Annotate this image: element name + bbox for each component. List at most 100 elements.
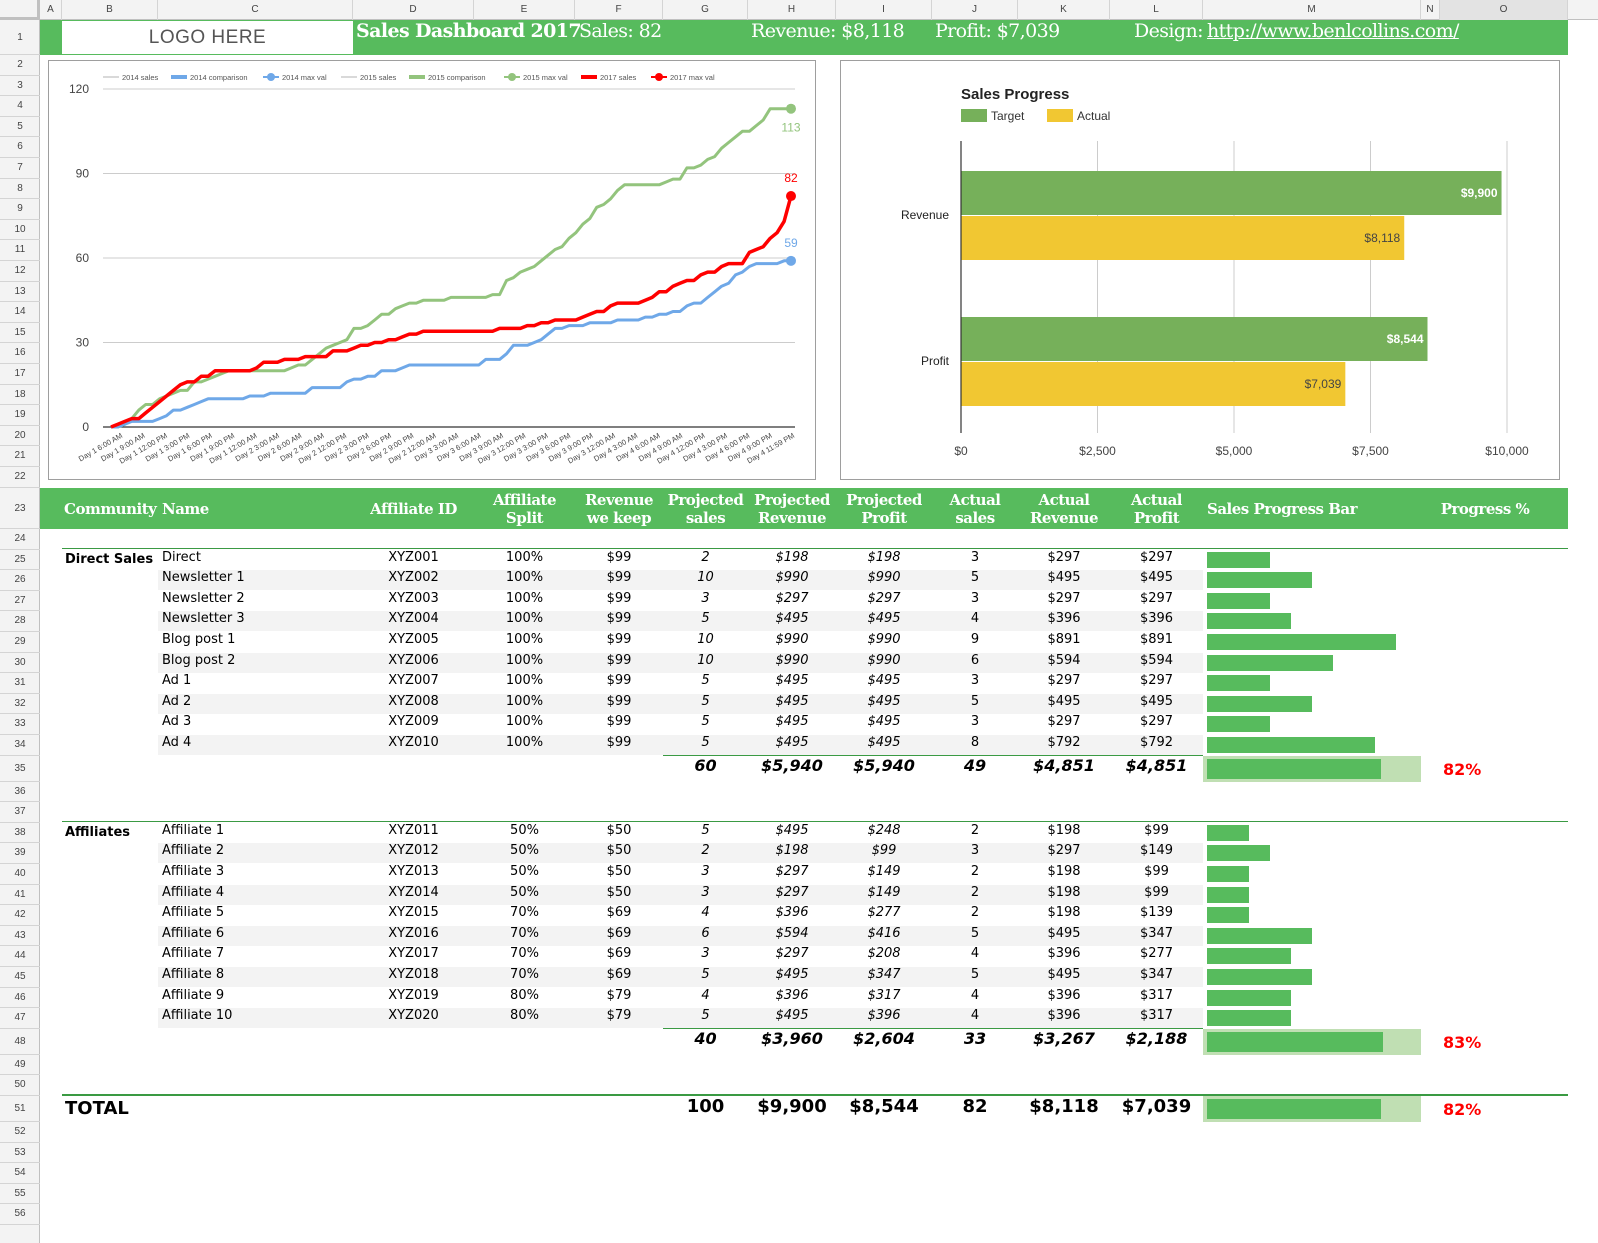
cell-name[interactable]: Ad 2 bbox=[162, 694, 352, 714]
cell-keep[interactable]: $99 bbox=[575, 632, 663, 652]
row-header-7[interactable]: 7 bbox=[0, 158, 40, 179]
cell-pr[interactable]: $495 bbox=[748, 967, 836, 987]
cell-keep[interactable]: $99 bbox=[575, 653, 663, 673]
row-header-30[interactable]: 30 bbox=[0, 653, 40, 674]
cell-name[interactable]: Affiliate 5 bbox=[162, 905, 352, 925]
row-header-42[interactable]: 42 bbox=[0, 905, 40, 926]
cell-as[interactable]: 3 bbox=[932, 843, 1018, 863]
cell-split[interactable]: 70% bbox=[474, 946, 575, 966]
cell-ps[interactable]: 5 bbox=[663, 1008, 748, 1028]
cell-pp[interactable]: $149 bbox=[836, 885, 932, 905]
cell-pr[interactable]: $396 bbox=[748, 905, 836, 925]
cell-id[interactable]: XYZ020 bbox=[353, 1008, 474, 1028]
cell-ar[interactable]: $495 bbox=[1018, 570, 1110, 590]
cell-keep[interactable]: $99 bbox=[575, 714, 663, 734]
cell-name[interactable]: Newsletter 2 bbox=[162, 591, 352, 611]
cell-ar[interactable]: $792 bbox=[1018, 735, 1110, 755]
cell-name[interactable]: Affiliate 10 bbox=[162, 1008, 352, 1028]
cell-name[interactable]: Affiliate 6 bbox=[162, 926, 352, 946]
table-row[interactable]: Affiliate 3 XYZ013 50% $50 3 $297 $149 2 $198 $99 bbox=[62, 864, 1203, 884]
cell-split[interactable]: 100% bbox=[474, 550, 575, 570]
cell-as[interactable]: 9 bbox=[932, 632, 1018, 652]
cell-ap[interactable]: $139 bbox=[1110, 905, 1203, 925]
row-header-46[interactable]: 46 bbox=[0, 988, 40, 1009]
cell-ps[interactable]: 5 bbox=[663, 714, 748, 734]
cell-split[interactable]: 50% bbox=[474, 823, 575, 843]
cell-pr[interactable]: $495 bbox=[748, 735, 836, 755]
cell-ar[interactable]: $396 bbox=[1018, 946, 1110, 966]
total-ar[interactable]: $4,851 bbox=[1018, 756, 1110, 782]
cell-id[interactable]: XYZ014 bbox=[353, 885, 474, 905]
total-ap[interactable]: $2,188 bbox=[1110, 1029, 1203, 1055]
row-header-47[interactable]: 47 bbox=[0, 1008, 40, 1029]
cell-name[interactable]: Ad 3 bbox=[162, 714, 352, 734]
cell-id[interactable]: XYZ006 bbox=[353, 653, 474, 673]
cell-split[interactable]: 70% bbox=[474, 926, 575, 946]
cell-id[interactable]: XYZ015 bbox=[353, 905, 474, 925]
row-header-48[interactable]: 48 bbox=[0, 1029, 40, 1055]
cell-pr[interactable]: $495 bbox=[748, 823, 836, 843]
sales-progress-chart[interactable]: Sales Progress Target Actual $0 $2,500 $5,000… bbox=[840, 60, 1560, 480]
cell-pp[interactable]: $495 bbox=[836, 611, 932, 631]
cell-name[interactable]: Ad 4 bbox=[162, 735, 352, 755]
grand-total-pr[interactable]: $9,900 bbox=[748, 1096, 836, 1122]
row-header-44[interactable]: 44 bbox=[0, 946, 40, 967]
cell-ap[interactable]: $317 bbox=[1110, 1008, 1203, 1028]
cell-split[interactable]: 50% bbox=[474, 885, 575, 905]
cell-ap[interactable]: $495 bbox=[1110, 694, 1203, 714]
cell-pr[interactable]: $594 bbox=[748, 926, 836, 946]
cell-ap[interactable]: $149 bbox=[1110, 843, 1203, 863]
table-row[interactable]: Ad 1 XYZ007 100% $99 5 $495 $495 3 $297 $297 bbox=[62, 673, 1203, 693]
cell-ar[interactable]: $396 bbox=[1018, 611, 1110, 631]
cell-as[interactable]: 6 bbox=[932, 653, 1018, 673]
cell-keep[interactable]: $69 bbox=[575, 926, 663, 946]
cell-split[interactable]: 80% bbox=[474, 1008, 575, 1028]
cell-id[interactable]: XYZ007 bbox=[353, 673, 474, 693]
cell-keep[interactable]: $99 bbox=[575, 611, 663, 631]
row-header-34[interactable]: 34 bbox=[0, 735, 40, 756]
cell-as[interactable]: 4 bbox=[932, 988, 1018, 1008]
column-header-B[interactable]: B bbox=[62, 0, 158, 20]
cell-keep[interactable]: $50 bbox=[575, 843, 663, 863]
row-header-52[interactable]: 52 bbox=[0, 1122, 40, 1143]
row-header-19[interactable]: 19 bbox=[0, 405, 40, 426]
table-row[interactable]: Affiliate 1 XYZ011 50% $50 5 $495 $248 2 $198 $99 bbox=[62, 823, 1203, 843]
cell-pp[interactable]: $495 bbox=[836, 694, 932, 714]
cell-id[interactable]: XYZ017 bbox=[353, 946, 474, 966]
cell-name[interactable]: Affiliate 3 bbox=[162, 864, 352, 884]
cell-id[interactable]: XYZ010 bbox=[353, 735, 474, 755]
cell-id[interactable]: XYZ009 bbox=[353, 714, 474, 734]
cell-pp[interactable]: $495 bbox=[836, 714, 932, 734]
cell-ap[interactable]: $99 bbox=[1110, 864, 1203, 884]
cell-ar[interactable]: $396 bbox=[1018, 988, 1110, 1008]
cell-as[interactable]: 2 bbox=[932, 864, 1018, 884]
row-header-8[interactable]: 8 bbox=[0, 179, 40, 200]
cell-keep[interactable]: $99 bbox=[575, 694, 663, 714]
grand-total-ar[interactable]: $8,118 bbox=[1018, 1096, 1110, 1122]
row-header-6[interactable]: 6 bbox=[0, 137, 40, 158]
cell-ps[interactable]: 2 bbox=[663, 843, 748, 863]
cell-split[interactable]: 100% bbox=[474, 694, 575, 714]
cell-as[interactable]: 2 bbox=[932, 885, 1018, 905]
table-row[interactable]: Blog post 1 XYZ005 100% $99 10 $990 $990 9 $891 $… bbox=[62, 632, 1203, 652]
cell-split[interactable]: 100% bbox=[474, 735, 575, 755]
column-header-D[interactable]: D bbox=[353, 0, 474, 20]
row-header-41[interactable]: 41 bbox=[0, 885, 40, 906]
cell-name[interactable]: Direct bbox=[162, 550, 352, 570]
cell-as[interactable]: 8 bbox=[932, 735, 1018, 755]
cell-pp[interactable]: $495 bbox=[836, 735, 932, 755]
table-row[interactable]: Affiliate 5 XYZ015 70% $69 4 $396 $277 2 $198 $13… bbox=[62, 905, 1203, 925]
cell-split[interactable]: 100% bbox=[474, 591, 575, 611]
column-header-N[interactable]: N bbox=[1421, 0, 1440, 20]
total-pp[interactable]: $5,940 bbox=[836, 756, 932, 782]
cell-ap[interactable]: $297 bbox=[1110, 673, 1203, 693]
cell-keep[interactable]: $99 bbox=[575, 591, 663, 611]
cell-keep[interactable]: $99 bbox=[575, 673, 663, 693]
cell-ar[interactable]: $891 bbox=[1018, 632, 1110, 652]
total-ps[interactable]: 40 bbox=[663, 1029, 748, 1055]
cell-ap[interactable]: $347 bbox=[1110, 926, 1203, 946]
cell-ps[interactable]: 5 bbox=[663, 823, 748, 843]
table-row[interactable]: Affiliate 10 XYZ020 80% $79 5 $495 $396 4 $396 $3… bbox=[62, 1008, 1203, 1029]
cell-name[interactable]: Ad 1 bbox=[162, 673, 352, 693]
row-header-16[interactable]: 16 bbox=[0, 343, 40, 364]
